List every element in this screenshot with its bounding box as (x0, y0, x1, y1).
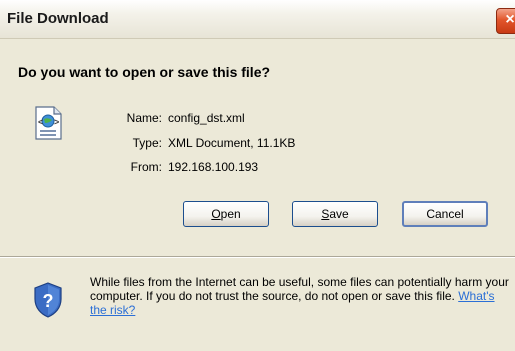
svg-text:>: > (54, 117, 59, 127)
shield-question-icon: ? (34, 282, 62, 318)
security-warning: While files from the Internet can be use… (90, 275, 510, 317)
name-label: Name: (126, 111, 162, 125)
dialog-title: File Download (7, 10, 109, 27)
svg-text:?: ? (43, 291, 54, 311)
open-button[interactable]: Open (183, 201, 269, 227)
dialog-question: Do you want to open or save this file? (18, 64, 271, 80)
open-button-accesskey: O (211, 207, 221, 221)
close-button[interactable]: × (496, 8, 515, 34)
type-label: Type: (132, 136, 162, 150)
from-value: 192.168.100.193 (168, 160, 259, 174)
type-value: XML Document, 11.1KB (168, 136, 296, 150)
open-button-label: pen (220, 207, 241, 221)
save-button[interactable]: Save (292, 201, 378, 227)
separator (0, 256, 515, 258)
warning-text: While files from the Internet can be use… (90, 275, 509, 303)
file-download-dialog: File Download × Do you want to open or s… (0, 0, 515, 351)
cancel-button-label: Cancel (426, 207, 464, 221)
from-label: From: (130, 160, 162, 174)
xml-document-icon: < > (35, 106, 62, 140)
cancel-button[interactable]: Cancel (402, 201, 488, 227)
save-button-label: ave (329, 207, 349, 221)
title-bar[interactable]: File Download × (0, 0, 515, 39)
name-value: config_dst.xml (168, 111, 245, 125)
close-icon: × (505, 11, 515, 28)
svg-text:<: < (38, 117, 43, 127)
